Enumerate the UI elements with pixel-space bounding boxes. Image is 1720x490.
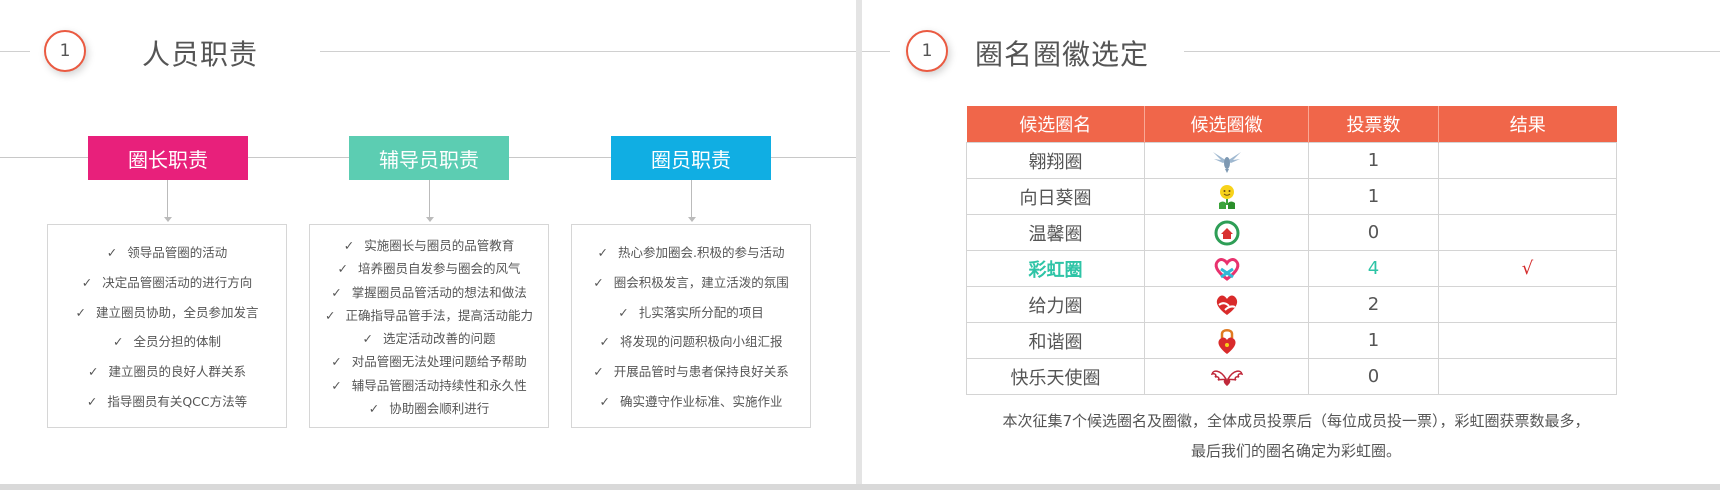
table-header-row: 候选圈名 候选圈徽 投票数 结果 <box>966 106 1617 143</box>
ribbon-heart-icon <box>1214 257 1239 281</box>
heart-hands-icon <box>1216 295 1237 315</box>
candidate-name: 翱翔圈 <box>966 142 1145 179</box>
result-check-mark: √ <box>1438 250 1617 287</box>
candidate-name: 和谐圈 <box>966 322 1145 359</box>
panel-divider <box>856 0 862 490</box>
header-candidate-emblem: 候选圈徽 <box>1144 106 1309 143</box>
vote-count: 4 <box>1308 250 1439 287</box>
sunflower-icon <box>1218 184 1235 209</box>
result-cell <box>1438 178 1617 215</box>
header-line-left <box>862 51 890 52</box>
section-number-badge: 1 <box>906 30 948 72</box>
candidate-emblem <box>1144 322 1309 359</box>
table-row: 给力圈 2 <box>966 286 1617 323</box>
vote-count: 1 <box>1308 178 1439 215</box>
vote-table: 候选圈名 候选圈徽 投票数 结果 翱翔圈 1 向日葵圈 1 温馨圈 0 彩虹圈 … <box>966 106 1617 395</box>
angel-wings-icon <box>1210 369 1243 386</box>
table-row: 和谐圈 1 <box>966 322 1617 359</box>
candidate-emblem <box>1144 286 1309 323</box>
duty-item: ✓ 建立圈员协助，全员参加发言 <box>75 304 259 320</box>
duty-item: ✓ 掌握圈员品管活动的想法和做法 <box>331 284 527 300</box>
role-connector <box>167 180 168 218</box>
result-cell <box>1438 214 1617 251</box>
summary-text: 本次征集7个候选圈名及圈徽，全体成员投票后（每位成员投一票），彩虹圈获票数最多，… <box>966 406 1626 466</box>
candidate-emblem <box>1144 178 1309 215</box>
duty-item: ✓ 将发现的问题积极向小组汇报 <box>599 334 783 350</box>
candidate-name: 彩虹圈 <box>966 250 1145 287</box>
duty-list-leader: ✓ 领导品管圈的活动 ✓ 决定品管圈活动的进行方向 ✓ 建立圈员协助，全员参加发言 ✓… <box>47 224 287 428</box>
section-number-badge: 1 <box>44 30 86 72</box>
header-votes: 投票数 <box>1308 106 1439 143</box>
table-row: 向日葵圈 1 <box>966 178 1617 215</box>
table-row: 快乐天使圈 0 <box>966 358 1617 395</box>
duty-item: ✓ 正确指导品管手法，提高活动能力 <box>325 307 533 323</box>
section-title: 圈名圈徽选定 <box>975 38 1150 71</box>
role-title-tutor: 辅导员职责 <box>349 136 509 180</box>
duty-item: ✓ 建立圈员的良好人群关系 <box>88 364 246 380</box>
result-cell <box>1438 286 1617 323</box>
lock-heart-icon <box>1217 328 1236 354</box>
table-row: 温馨圈 0 <box>966 214 1617 251</box>
candidate-emblem <box>1144 250 1309 287</box>
duty-item: ✓ 圈会积极发言，建立活泼的氛围 <box>593 274 789 290</box>
house-icon <box>1214 220 1239 245</box>
header-line-right <box>1184 51 1720 52</box>
candidate-name: 温馨圈 <box>966 214 1145 251</box>
duty-list-tutor: ✓ 实施圈长与圈员的品管教育 ✓ 培养圈员自发参与圈会的风气 ✓ 掌握圈员品管活动的想… <box>309 224 549 428</box>
candidate-name: 给力圈 <box>966 286 1145 323</box>
duty-item: ✓ 热心参加圈会.积极的参与活动 <box>597 244 785 260</box>
duty-item: ✓ 选定活动改善的问题 <box>362 331 496 347</box>
duty-item: ✓ 扎实落实所分配的项目 <box>618 304 764 320</box>
duty-item: ✓ 领导品管圈的活动 <box>106 244 228 260</box>
table-row-selected: 彩虹圈 4 √ <box>966 250 1617 287</box>
role-connector <box>429 180 430 218</box>
vote-count: 0 <box>1308 214 1439 251</box>
duty-item: ✓ 辅导品管圈活动持续性和永久性 <box>331 377 527 393</box>
duty-item: ✓ 对品管圈无法处理问题给予帮助 <box>331 354 527 370</box>
duty-item: ✓ 培养圈员自发参与圈会的风气 <box>337 261 521 277</box>
summary-line-1: 本次征集7个候选圈名及圈徽，全体成员投票后（每位成员投一票），彩虹圈获票数最多， <box>1002 412 1590 430</box>
header-candidate-name: 候选圈名 <box>966 106 1145 143</box>
left-panel: 1 人员职责 圈长职责 ✓ 领导品管圈的活动 ✓ 决定品管圈活动的进行方向 ✓ 建立圈… <box>0 0 856 484</box>
arrow-down-icon <box>164 217 172 222</box>
bottom-bar <box>0 484 1720 490</box>
role-title-leader: 圈长职责 <box>88 136 248 180</box>
header-line-left <box>0 51 30 52</box>
duty-item: ✓ 开展品管时与患者保持良好关系 <box>593 364 789 380</box>
duty-item: ✓ 指导圈员有关QCC方法等 <box>86 394 248 410</box>
table-row: 翱翔圈 1 <box>966 142 1617 179</box>
duty-item: ✓ 确实遵守作业标准、实施作业 <box>599 394 783 410</box>
summary-line-2: 最后我们的圈名确定为彩虹圈。 <box>1190 442 1401 460</box>
vote-count: 1 <box>1308 322 1439 359</box>
candidate-emblem <box>1144 214 1309 251</box>
candidate-name: 快乐天使圈 <box>966 358 1145 395</box>
candidate-emblem <box>1144 142 1309 179</box>
duty-item: ✓ 实施圈长与圈员的品管教育 <box>343 238 515 254</box>
header-result: 结果 <box>1438 106 1617 143</box>
eagle-icon <box>1212 151 1241 173</box>
duty-item: ✓ 全员分担的体制 <box>113 334 221 350</box>
role-title-member: 圈员职责 <box>611 136 771 180</box>
header-line-right <box>320 51 856 52</box>
result-cell <box>1438 322 1617 359</box>
candidate-name: 向日葵圈 <box>966 178 1145 215</box>
duty-item: ✓ 决定品管圈活动的进行方向 <box>81 274 253 290</box>
arrow-down-icon <box>688 217 696 222</box>
vote-count: 1 <box>1308 142 1439 179</box>
arrow-down-icon <box>426 217 434 222</box>
duty-list-member: ✓ 热心参加圈会.积极的参与活动 ✓ 圈会积极发言，建立活泼的氛围 ✓ 扎实落实所分配… <box>571 224 811 428</box>
result-cell <box>1438 358 1617 395</box>
candidate-emblem <box>1144 358 1309 395</box>
result-cell <box>1438 142 1617 179</box>
role-connector <box>691 180 692 218</box>
duty-item: ✓ 协助圈会顺利进行 <box>368 400 490 416</box>
vote-count: 2 <box>1308 286 1439 323</box>
section-title: 人员职责 <box>142 38 259 71</box>
vote-count: 0 <box>1308 358 1439 395</box>
